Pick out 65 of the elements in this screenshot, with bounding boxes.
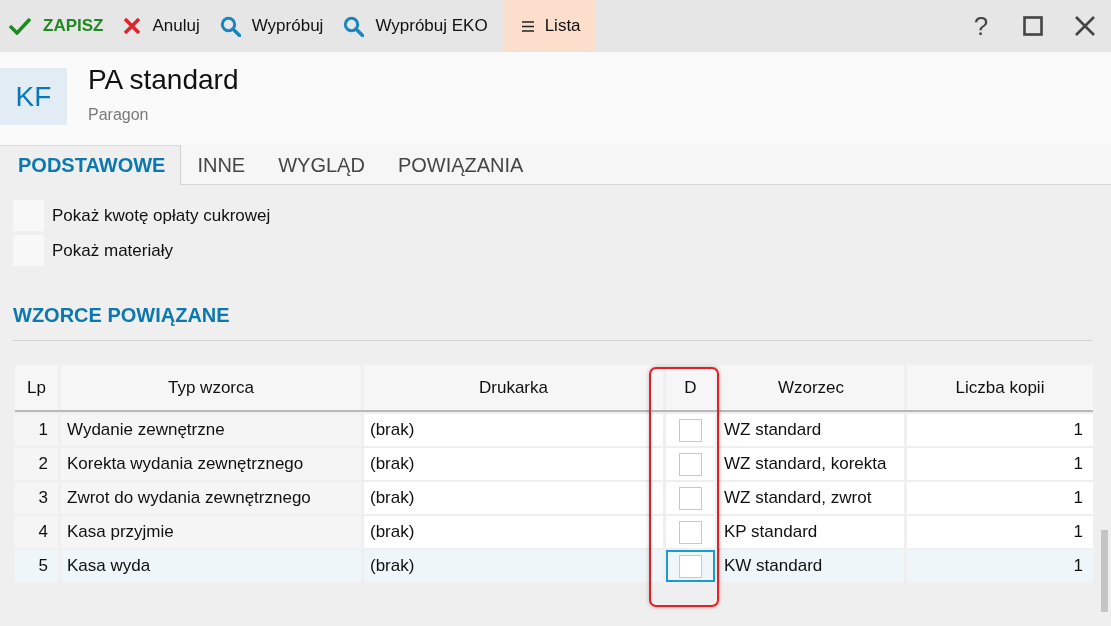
row-number: 1 — [15, 414, 58, 446]
table-cell: 1 — [907, 550, 1093, 582]
close-icon — [1075, 16, 1095, 36]
try-button[interactable]: Wypróbuj — [215, 0, 333, 52]
section-title: WZORCE POWIĄZANE — [13, 303, 231, 327]
check-icon — [8, 17, 32, 35]
table-cell: (brak) — [364, 448, 663, 480]
table-cell: 1 — [907, 414, 1093, 446]
table-cell: 1 — [907, 516, 1093, 548]
column-header[interactable]: Lp — [15, 365, 58, 410]
option-label: Pokaż materiały — [52, 240, 173, 261]
menu-icon — [521, 20, 534, 32]
checkbox[interactable] — [679, 452, 702, 476]
cancel-button[interactable]: Anuluj — [119, 0, 209, 52]
table-cell: WZ standard, zwrot — [718, 482, 904, 514]
table-cell: KP standard — [718, 516, 904, 548]
maximize-icon — [1023, 16, 1043, 36]
table-cell: Kasa wyda — [61, 550, 361, 582]
row-number: 4 — [15, 516, 58, 548]
record-subtitle: Paragon — [88, 106, 150, 124]
row-number: 5 — [15, 550, 58, 582]
checkbox[interactable] — [679, 520, 702, 544]
table-cell: KW standard — [718, 550, 904, 582]
tab[interactable]: PODSTAWOWE — [0, 145, 182, 185]
table-cell: Wydanie zewnętrzne — [61, 414, 361, 446]
table-cell: Korekta wydania zewnętrznego — [61, 448, 361, 480]
row-number: 2 — [15, 448, 58, 480]
table-cell: (brak) — [364, 482, 663, 514]
table-cell: Zwrot do wydania zewnętrznego — [61, 482, 361, 514]
column-header[interactable]: D — [666, 365, 715, 410]
save-button[interactable]: ZAPISZ — [4, 0, 113, 52]
try-button[interactable]: Wypróbuj EKO — [339, 0, 497, 52]
table-cell[interactable] — [666, 482, 715, 514]
checkbox[interactable] — [679, 418, 702, 442]
row-number: 3 — [15, 482, 58, 514]
column-header[interactable]: Typ wzorca — [61, 365, 361, 410]
table-cell[interactable] — [666, 448, 715, 480]
tab[interactable]: POWIĄZANIA — [381, 145, 541, 185]
help-button[interactable]: ? — [955, 0, 1007, 52]
table-cell: 1 — [907, 448, 1093, 480]
checkbox[interactable] — [679, 486, 702, 510]
table-cell: 1 — [907, 482, 1093, 514]
column-header[interactable]: Wzorzec — [718, 365, 904, 410]
tab[interactable]: INNE — [181, 145, 263, 185]
table-cell: (brak) — [364, 516, 663, 548]
tab[interactable]: WYGLĄD — [262, 145, 382, 185]
table-cell: Kasa przyjmie — [61, 516, 361, 548]
table-cell: WZ standard — [718, 414, 904, 446]
table-cell: (brak) — [364, 550, 663, 582]
search-icon — [343, 15, 365, 37]
column-header[interactable]: Drukarka — [364, 365, 663, 410]
search-icon — [219, 15, 241, 37]
record-title: PA standard — [88, 63, 239, 97]
table-cell: (brak) — [364, 414, 663, 446]
list-button[interactable]: Lista — [503, 0, 595, 52]
record-badge: KF — [0, 68, 67, 125]
checkbox[interactable] — [679, 554, 702, 578]
table-cell[interactable] — [666, 414, 715, 446]
column-header[interactable]: Liczba kopii — [907, 365, 1093, 410]
table-cell[interactable] — [666, 550, 715, 582]
table-cell[interactable] — [666, 516, 715, 548]
cross-icon — [123, 17, 142, 35]
table-cell: WZ standard, korekta — [718, 448, 904, 480]
option-label: Pokaż kwotę opłaty cukrowej — [52, 205, 271, 226]
scrollbar-thumb[interactable] — [1101, 530, 1108, 612]
